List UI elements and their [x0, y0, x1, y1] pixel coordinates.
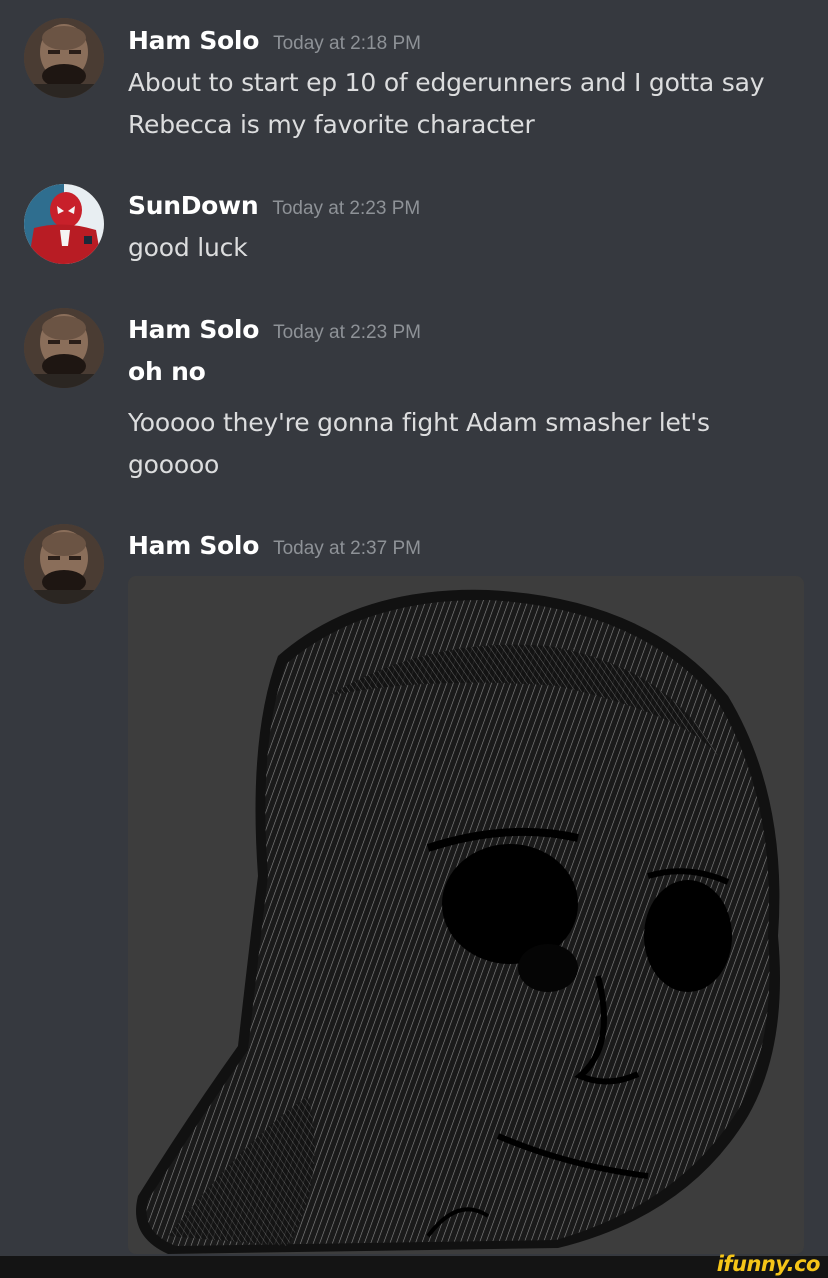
- message-line: Yooooo they're gonna fight Adam smasher …: [128, 408, 710, 437]
- avatar-ham-solo[interactable]: [24, 18, 104, 98]
- sad-wojak-face-image: [128, 576, 804, 1254]
- message-content: good luck: [128, 227, 818, 269]
- message-line: Rebecca is my favorite character: [128, 110, 535, 139]
- message-header: Ham Solo Today at 2:37 PM: [128, 531, 421, 560]
- timestamp: Today at 2:23 PM: [272, 198, 421, 219]
- message-content: oh no: [128, 351, 818, 393]
- avatar-ham-solo[interactable]: [24, 524, 104, 604]
- username[interactable]: SunDown: [128, 191, 259, 220]
- watermark-bar: [0, 1256, 828, 1278]
- username[interactable]: Ham Solo: [128, 26, 259, 55]
- message-content: Yooooo they're gonna fight Adam smasher …: [128, 402, 818, 486]
- message-line: gooooo: [128, 450, 220, 479]
- message-line: About to start ep 10 of edgerunners and …: [128, 68, 765, 97]
- message-header: Ham Solo Today at 2:18 PM: [128, 26, 421, 55]
- message-line-bold: oh no: [128, 357, 206, 386]
- image-attachment[interactable]: [128, 576, 804, 1254]
- message-header: SunDown Today at 2:23 PM: [128, 191, 420, 220]
- username[interactable]: Ham Solo: [128, 315, 259, 344]
- username[interactable]: Ham Solo: [128, 531, 259, 560]
- ifunny-watermark: ifunny.co: [716, 1252, 821, 1276]
- timestamp: Today at 2:18 PM: [273, 33, 421, 54]
- message-line: good luck: [128, 233, 248, 262]
- timestamp: Today at 2:37 PM: [273, 538, 421, 559]
- message-header: Ham Solo Today at 2:23 PM: [128, 315, 421, 344]
- avatar-ham-solo[interactable]: [24, 308, 104, 388]
- avatar-sundown[interactable]: [24, 184, 104, 264]
- message-content: About to start ep 10 of edgerunners and …: [128, 62, 818, 146]
- timestamp: Today at 2:23 PM: [273, 322, 421, 343]
